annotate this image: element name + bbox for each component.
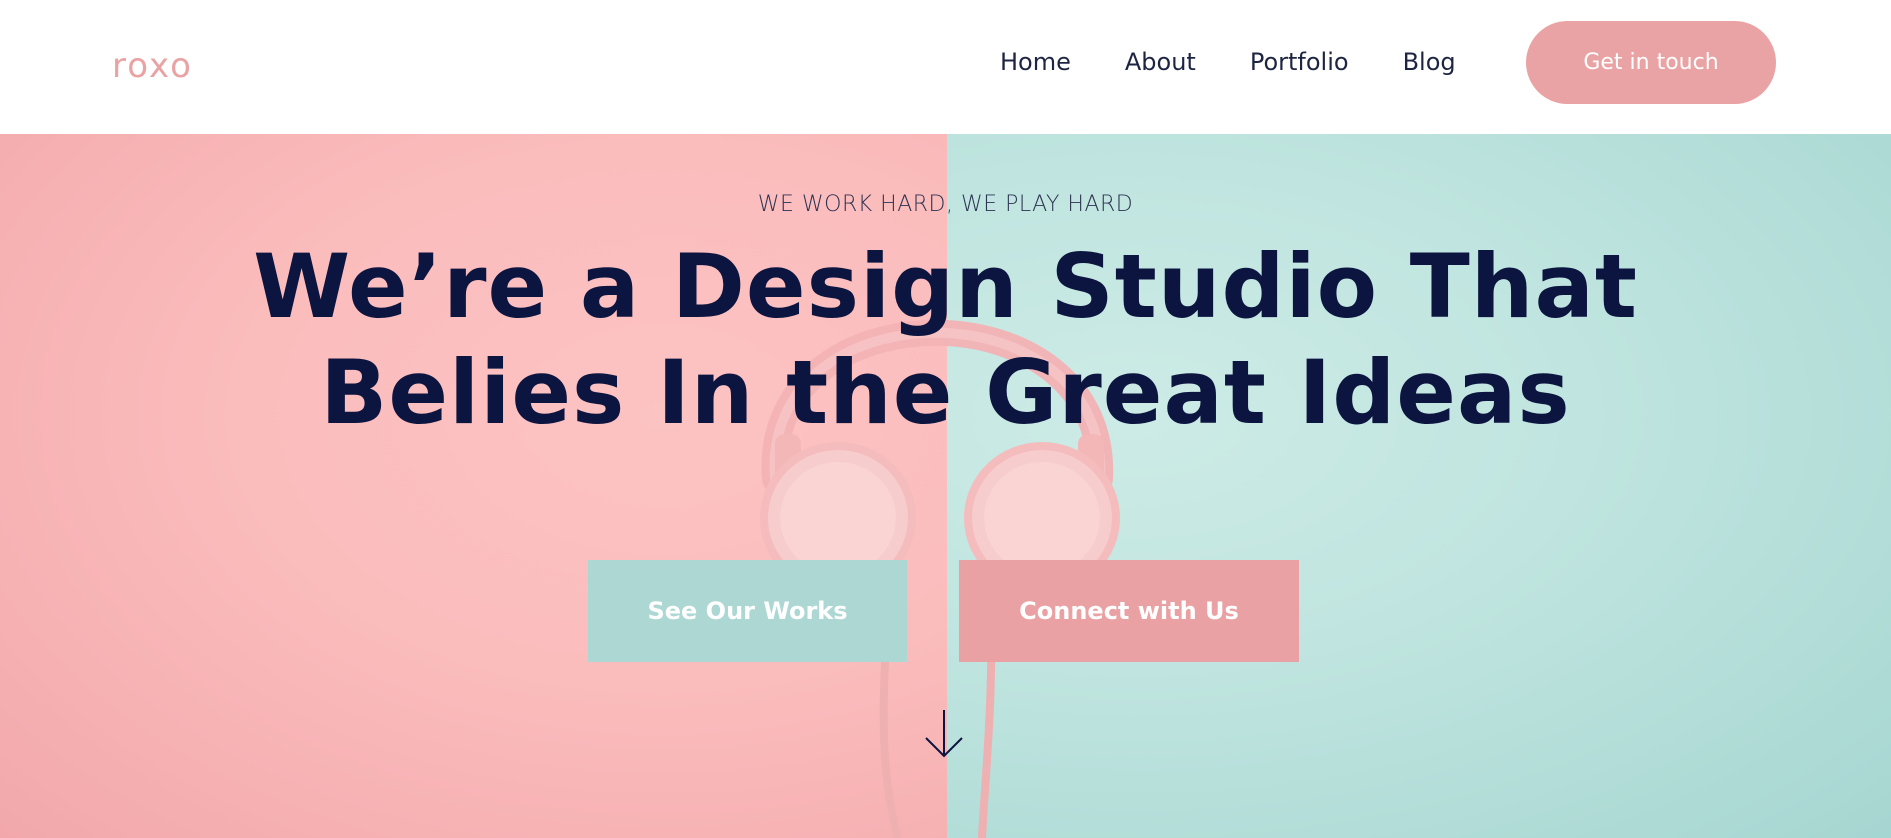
hero-eyebrow: WE WORK HARD, WE PLAY HARD <box>757 192 1134 217</box>
site-header: roxo Home About Portfolio Blog Get in to… <box>0 0 1891 134</box>
see-our-works-button[interactable]: See Our Works <box>588 560 907 662</box>
nav-item-blog[interactable]: Blog <box>1403 44 1456 80</box>
nav-item-about[interactable]: About <box>1125 44 1196 80</box>
hero-section: WE WORK HARD, WE PLAY HARD We’re a Desig… <box>0 134 1891 838</box>
connect-with-us-button[interactable]: Connect with Us <box>959 560 1299 662</box>
hero-headline-line-1: We’re a Design Studio That <box>253 235 1638 338</box>
hero-headline: We’re a Design Studio That Belies In the… <box>0 234 1891 446</box>
hero-headline-line-2: Belies In the Great Ideas <box>320 341 1571 444</box>
logo[interactable]: roxo <box>112 46 193 86</box>
arrow-down-icon[interactable] <box>924 708 964 760</box>
nav-item-home[interactable]: Home <box>1000 44 1071 80</box>
nav-item-portfolio[interactable]: Portfolio <box>1250 44 1349 80</box>
main-nav: Home About Portfolio Blog <box>1000 44 1456 80</box>
get-in-touch-button[interactable]: Get in touch <box>1526 21 1776 104</box>
